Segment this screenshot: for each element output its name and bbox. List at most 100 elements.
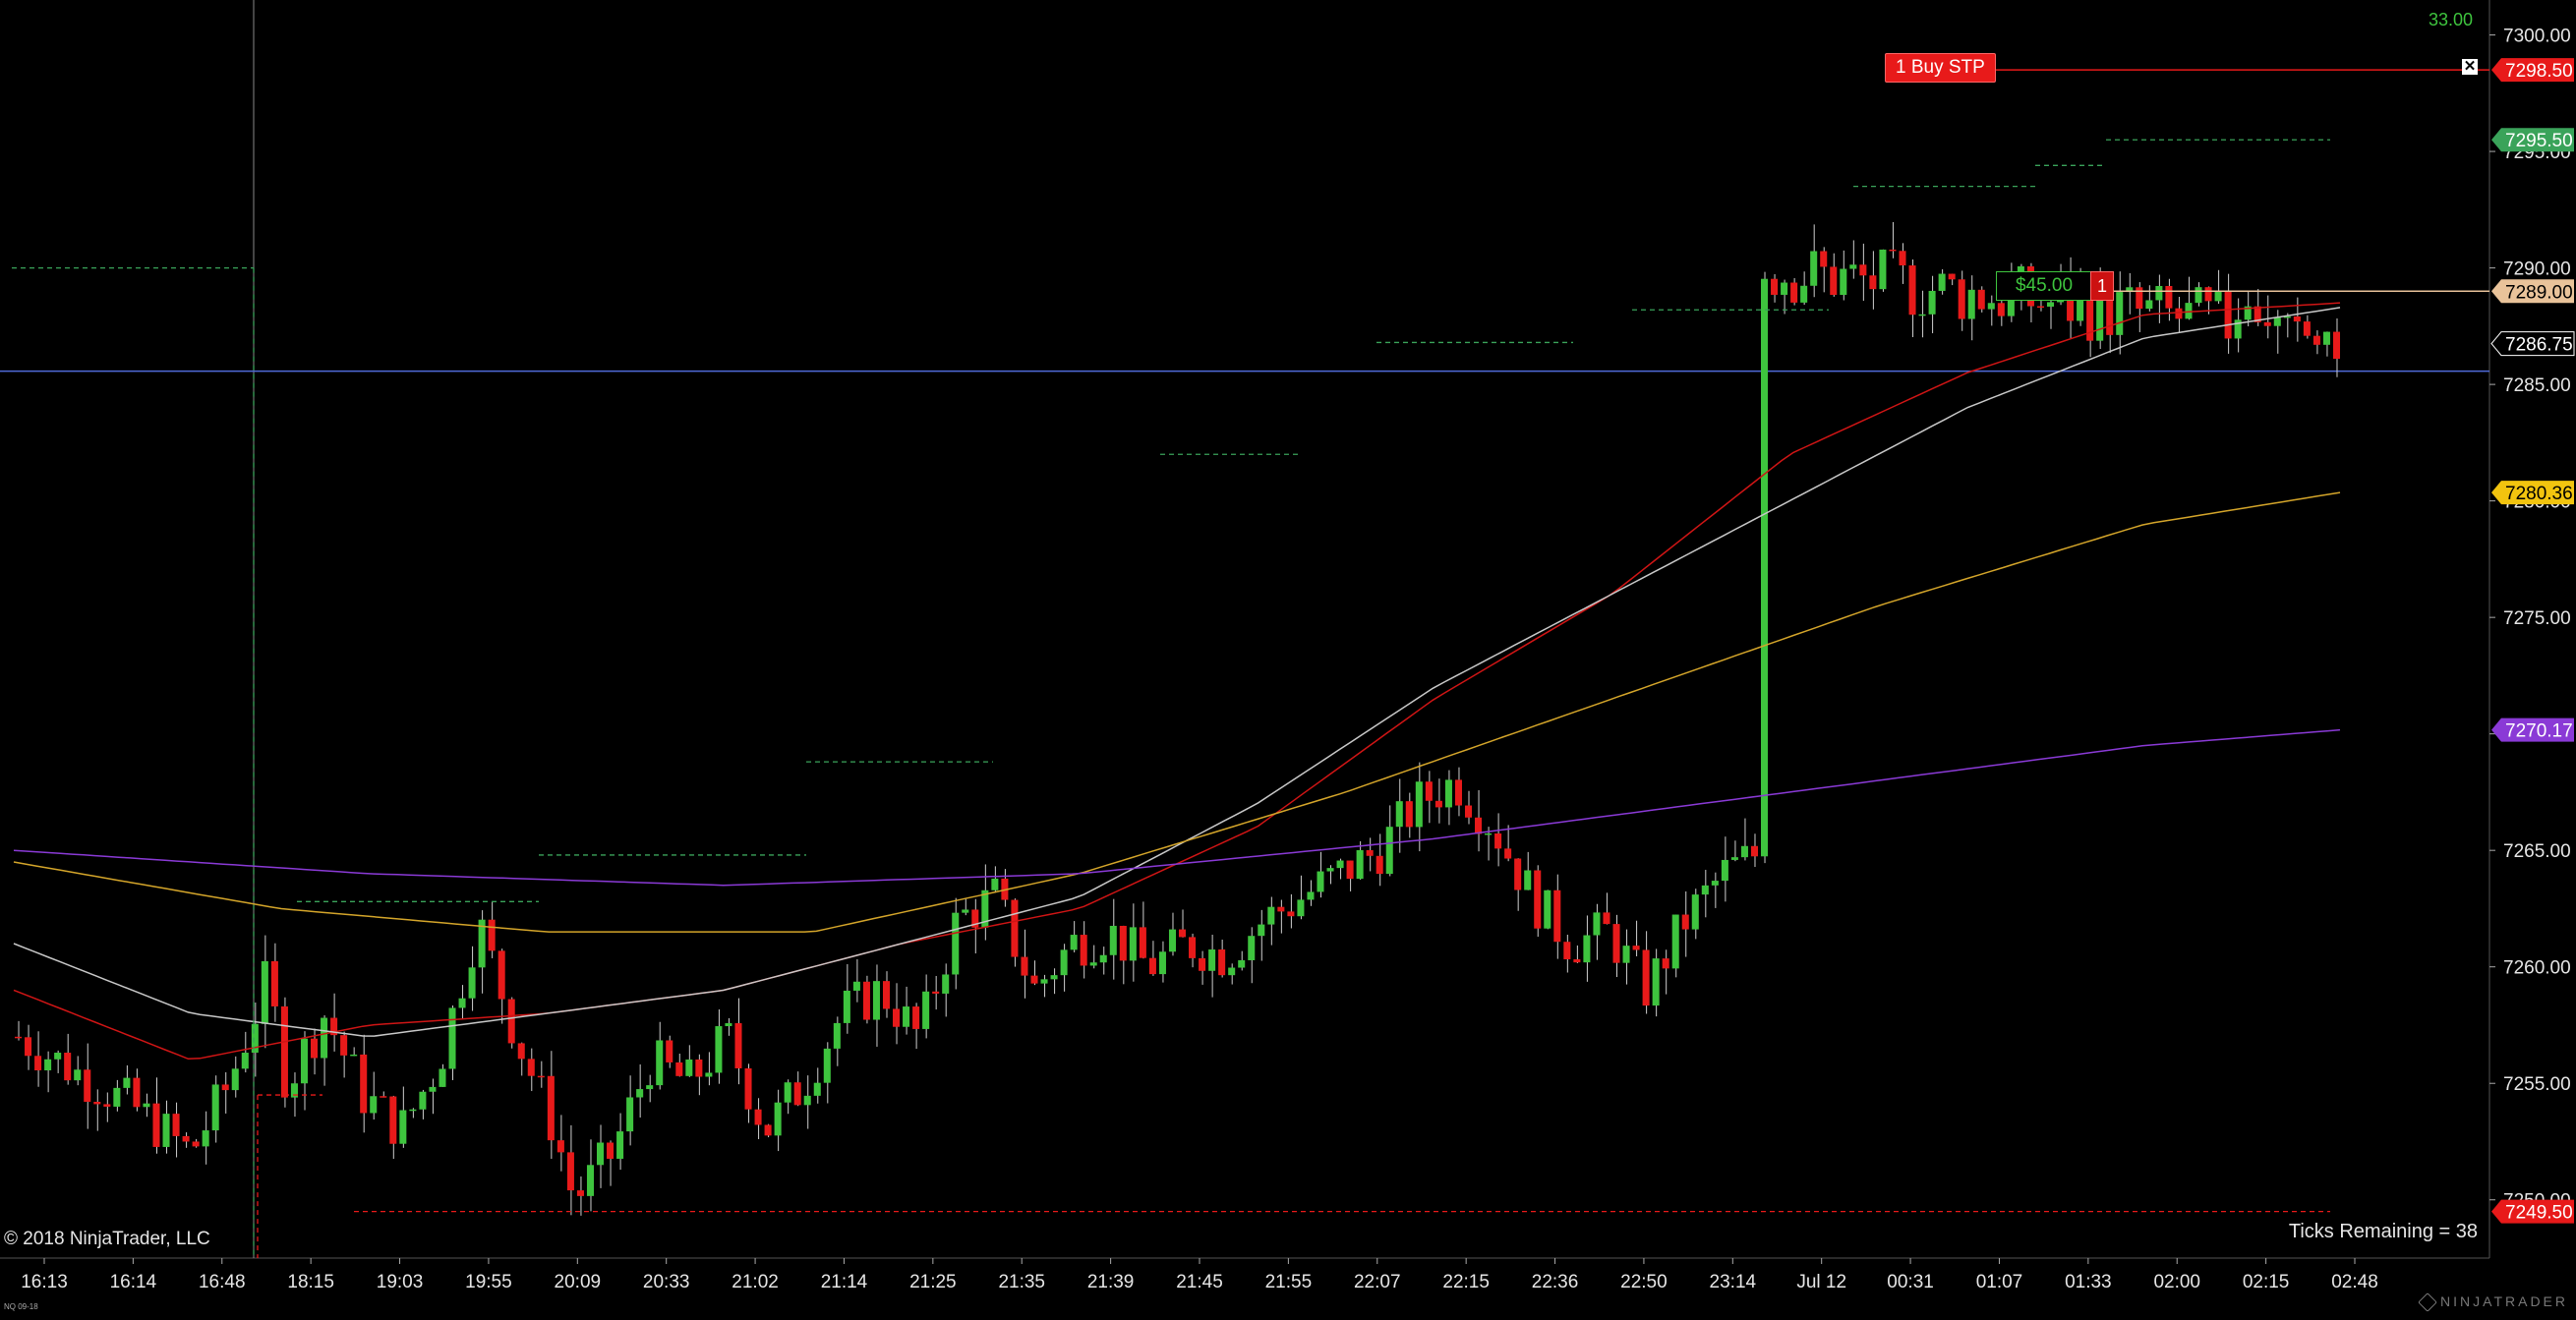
ma-line-ema-0: [13, 302, 2341, 1061]
candle-body: [15, 1036, 23, 1039]
candle-body: [192, 1141, 200, 1147]
time-tick-label: 21:45: [1176, 1272, 1223, 1292]
candle-body: [1879, 249, 1887, 290]
candle-body: [1346, 860, 1354, 880]
candle-body: [1475, 817, 1483, 834]
time-tick-label: 21:14: [821, 1272, 868, 1292]
candle-body: [1030, 975, 1038, 984]
chart-root[interactable]: 7300.007295.007290.007285.007280.007275.…: [0, 0, 2576, 1315]
candle-body: [1415, 781, 1423, 828]
candle-body: [1977, 289, 1985, 310]
time-tick-label: 02:00: [2153, 1272, 2200, 1292]
candle-body: [25, 1037, 32, 1057]
candle-body: [113, 1087, 121, 1107]
candle-body: [1258, 924, 1265, 937]
candle-body: [1267, 906, 1275, 925]
candle-body: [419, 1091, 427, 1110]
candle-body: [1129, 927, 1137, 961]
candle-body: [764, 1124, 772, 1136]
candle-body: [734, 1023, 742, 1068]
candle-body: [537, 1075, 545, 1078]
price-marker-label: 7286.75: [2505, 335, 2573, 356]
candle-body: [1168, 929, 1176, 952]
time-tick-label: 20:09: [555, 1272, 602, 1292]
candle-body: [695, 1059, 703, 1077]
candle-body: [64, 1053, 72, 1081]
candle-body: [1612, 924, 1620, 963]
position-qty-badge[interactable]: 1: [2090, 271, 2114, 301]
candle-body: [675, 1062, 683, 1076]
candle-body: [1632, 946, 1640, 950]
time-tick-label: 21:35: [998, 1272, 1045, 1292]
candle-body: [162, 1114, 170, 1147]
price-marker: 7295.50: [2491, 128, 2574, 152]
time-tick-label: 21:55: [1265, 1272, 1313, 1292]
price-tick-label: 7300.00: [2503, 27, 2571, 47]
candle-body: [1297, 899, 1305, 917]
candle-body: [823, 1048, 831, 1083]
candle-body: [2263, 321, 2271, 326]
candle-body: [1356, 850, 1364, 880]
candle-body: [468, 967, 476, 999]
time-tick-label: 02:48: [2331, 1272, 2378, 1292]
candle-body: [1958, 279, 1965, 319]
candle-body: [793, 1082, 801, 1106]
candle-body: [1199, 957, 1206, 971]
candle-body: [1721, 859, 1728, 882]
candle-body: [241, 1053, 249, 1069]
candle-body: [1771, 278, 1779, 295]
candle-body: [1376, 855, 1383, 875]
price-marker-label: 7249.50: [2505, 1203, 2573, 1224]
candle-body: [991, 878, 999, 890]
candle-body: [1307, 891, 1315, 900]
candle-body: [2195, 287, 2202, 304]
candle-body: [1148, 957, 1156, 975]
logo-text: NINJATRADER: [2440, 1292, 2568, 1309]
time-tick-label: 16:48: [199, 1272, 246, 1292]
price-marker: 7289.00: [2491, 279, 2574, 304]
time-tick-label: 18:15: [287, 1272, 334, 1292]
candle-body: [962, 909, 969, 913]
candle-body: [1603, 912, 1610, 925]
candle-body: [1563, 942, 1571, 960]
candle-body: [1395, 801, 1403, 828]
candle-body: [1504, 848, 1512, 859]
candle-body: [1622, 946, 1630, 963]
candle-body: [872, 981, 880, 1020]
price-marker: 7286.75: [2490, 331, 2575, 357]
candle-body: [1119, 925, 1127, 961]
price-tick-label: 7285.00: [2503, 375, 2571, 396]
time-tick-label: 23:14: [1710, 1272, 1757, 1292]
candle-body: [2036, 306, 2044, 309]
candle-body: [813, 1082, 821, 1096]
candle-body: [34, 1056, 42, 1070]
candle-body: [321, 1017, 328, 1059]
price-chart[interactable]: 7300.007295.007290.007285.007280.007275.…: [0, 0, 2576, 1315]
candle-body: [1810, 251, 1818, 286]
candle-body: [399, 1110, 407, 1144]
candle-body: [586, 1165, 594, 1196]
candle-body: [1671, 914, 1679, 969]
candle-body: [1830, 266, 1838, 295]
candle-body: [607, 1142, 615, 1159]
candle-body: [311, 1038, 319, 1059]
candle-body: [1938, 273, 1946, 291]
candle-body: [1109, 925, 1117, 955]
candle-body: [1277, 906, 1285, 912]
buy-stop-order-label[interactable]: 1 Buy STP: [1885, 53, 1996, 83]
instrument-tag: NQ 09-18: [4, 1302, 38, 1311]
candle-body: [1987, 303, 1995, 310]
candle-body: [774, 1102, 782, 1136]
candle-body: [261, 960, 268, 1024]
candle-body: [1681, 914, 1689, 930]
candle-body: [1454, 779, 1462, 806]
candle-body: [1859, 264, 1867, 276]
time-tick-label: 16:14: [110, 1272, 157, 1292]
candle-body: [1089, 962, 1097, 966]
candle-body: [300, 1038, 309, 1084]
close-order-icon[interactable]: ✕: [2462, 59, 2478, 75]
candle-body: [1485, 832, 1493, 835]
candle-body: [843, 990, 850, 1023]
position-pnl-badge[interactable]: $45.00: [1996, 271, 2092, 301]
candle-body: [784, 1082, 791, 1103]
